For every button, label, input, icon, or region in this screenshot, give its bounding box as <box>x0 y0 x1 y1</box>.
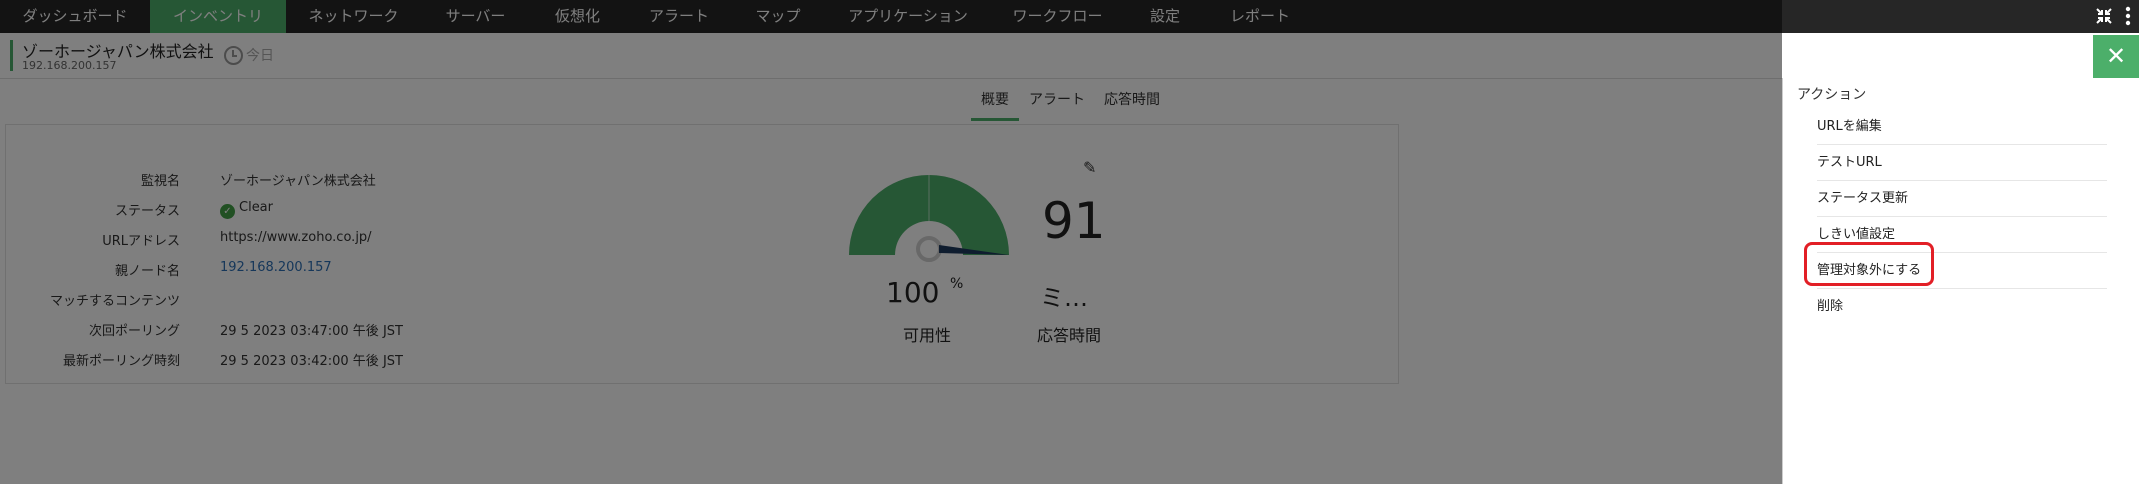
action-delete[interactable]: 削除 <box>1817 290 2107 324</box>
collapse-icon[interactable] <box>2095 0 2113 33</box>
action-update-status[interactable]: ステータス更新 <box>1817 182 2107 217</box>
close-icon: ✕ <box>2105 42 2127 70</box>
action-edit-url[interactable]: URLを編集 <box>1817 110 2107 145</box>
close-panel-button[interactable]: ✕ <box>2093 35 2139 78</box>
modal-overlay[interactable] <box>0 0 1782 484</box>
more-options-icon[interactable] <box>2124 0 2132 33</box>
action-panel-title: アクション <box>1797 87 1867 103</box>
action-test-url[interactable]: テストURL <box>1817 146 2107 181</box>
highlight-box <box>1804 242 1934 286</box>
